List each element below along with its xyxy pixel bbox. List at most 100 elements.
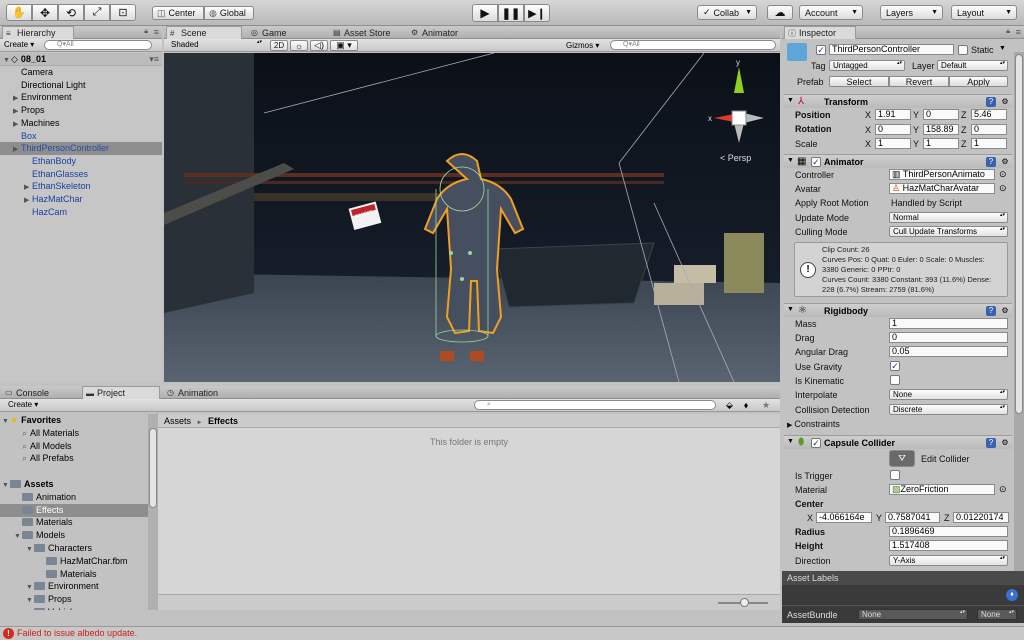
- gear-icon[interactable]: ⚙: [1000, 438, 1010, 448]
- transform-header[interactable]: ▼ ⅄ Transform ? ⚙: [784, 94, 1012, 108]
- asset-bundle-dropdown[interactable]: None: [858, 609, 968, 620]
- hierarchy-item[interactable]: ▶ Machines: [0, 117, 162, 130]
- direction-dropdown[interactable]: Y-Axis: [889, 555, 1008, 566]
- asset-bundle-variant-dropdown[interactable]: None: [977, 609, 1017, 620]
- tab-animation[interactable]: ◷ Animation: [164, 386, 242, 399]
- tab-scene[interactable]: # Scene: [166, 26, 242, 39]
- pos-y-field[interactable]: 0: [923, 109, 959, 120]
- icon-size-slider[interactable]: [718, 598, 768, 607]
- center-y-field[interactable]: 0.7587041: [885, 512, 940, 523]
- account-dropdown[interactable]: Account ▼: [799, 5, 863, 20]
- center-x-field[interactable]: -4.066164e: [816, 512, 872, 523]
- object-name-field[interactable]: ThirdPersonController: [829, 44, 954, 55]
- scale-tool-button[interactable]: ⤢: [84, 4, 110, 21]
- project-tree-item[interactable]: ▼★ Favorites: [0, 414, 148, 427]
- update-mode-dropdown[interactable]: Normal: [889, 212, 1008, 223]
- collab-dropdown[interactable]: ✓ Collab ▼: [697, 5, 757, 20]
- tab-project[interactable]: ▬ Project: [82, 386, 160, 399]
- rot-z-field[interactable]: 0: [971, 124, 1007, 135]
- create-dropdown[interactable]: Create ▾: [8, 400, 38, 409]
- rigidbody-header[interactable]: ▼ ⚛ Rigidbody ? ⚙: [784, 303, 1012, 317]
- slider-handle[interactable]: [740, 598, 749, 607]
- project-tree-item[interactable]: Materials: [0, 516, 148, 529]
- layers-dropdown[interactable]: Layers ▼: [880, 5, 943, 20]
- project-tree-item[interactable]: Materials: [0, 568, 148, 581]
- project-tree-item[interactable]: ▼ Assets: [0, 478, 148, 491]
- prefab-select-button[interactable]: Select: [829, 76, 889, 87]
- tab-console[interactable]: ▭ Console: [2, 386, 76, 399]
- hierarchy-item[interactable]: Directional Light: [0, 79, 162, 92]
- scene-search-input[interactable]: Q▾All: [610, 40, 776, 50]
- hierarchy-item[interactable]: ▶ ThirdPersonController: [0, 142, 162, 156]
- cloud-button[interactable]: ☁: [767, 5, 793, 20]
- scene-viewport[interactable]: DANGER y x < Persp: [164, 53, 780, 382]
- tab-asset-store[interactable]: ▤ Asset Store: [330, 26, 410, 39]
- chevron-down-icon[interactable]: ▼: [999, 45, 1006, 52]
- shading-dropdown[interactable]: Shaded: [168, 40, 264, 51]
- hierarchy-item[interactable]: Camera: [0, 66, 162, 79]
- capsule-enabled-checkbox[interactable]: ✓: [811, 438, 821, 448]
- tab-animator[interactable]: ⚙ Animator: [408, 26, 488, 39]
- 2d-toggle[interactable]: 2D: [270, 40, 288, 51]
- gear-icon[interactable]: ⚙: [1000, 97, 1010, 107]
- prefab-revert-button[interactable]: Revert: [889, 76, 949, 87]
- center-z-field[interactable]: 0.01220174: [953, 512, 1009, 523]
- tag-dropdown[interactable]: Untagged: [829, 60, 905, 71]
- tree-scrollbar[interactable]: [148, 414, 158, 610]
- step-button[interactable]: ▶❙: [524, 4, 550, 22]
- avatar-field[interactable]: ♙ HazMatCharAvatar: [889, 183, 995, 194]
- scl-x-field[interactable]: 1: [875, 138, 911, 149]
- filter-label-icon[interactable]: ⬧: [744, 400, 748, 411]
- drag-field[interactable]: 0: [889, 332, 1008, 343]
- material-field[interactable]: ▧ZeroFriction: [889, 484, 995, 495]
- gear-icon[interactable]: ⚙: [1000, 306, 1010, 316]
- object-picker-icon[interactable]: ⊙: [999, 183, 1007, 194]
- hierarchy-item[interactable]: ▶ Environment: [0, 91, 162, 104]
- hand-tool-button[interactable]: ✋: [6, 4, 32, 21]
- project-tree-item[interactable]: ⌕ All Prefabs: [0, 452, 148, 465]
- effects-dropdown[interactable]: ▣ ▾: [330, 40, 358, 51]
- pos-x-field[interactable]: 1.91: [875, 109, 911, 120]
- tab-hierarchy[interactable]: ≡ Hierarchy: [2, 26, 74, 39]
- use-gravity-checkbox[interactable]: ✓: [890, 361, 900, 371]
- radius-field[interactable]: 0.1896469: [889, 526, 1008, 537]
- static-checkbox[interactable]: [958, 45, 968, 55]
- filter-type-icon[interactable]: ⬙: [726, 400, 733, 411]
- rotate-tool-button[interactable]: ⟲: [58, 4, 84, 21]
- project-tree-item[interactable]: ⌕ All Materials: [0, 427, 148, 440]
- create-dropdown[interactable]: Create ▾: [4, 40, 34, 49]
- breadcrumb-root[interactable]: Assets: [164, 416, 191, 426]
- tab-inspector[interactable]: ⓘ Inspector: [784, 26, 856, 39]
- is-kinematic-checkbox[interactable]: [890, 375, 900, 385]
- project-search-input[interactable]: ⌕: [474, 400, 716, 410]
- animator-enabled-checkbox[interactable]: ✓: [811, 157, 821, 167]
- panel-menu-icon[interactable]: ≡: [1016, 27, 1021, 37]
- gizmos-dropdown[interactable]: Gizmos ▾: [566, 41, 599, 50]
- play-button[interactable]: ▶: [472, 4, 498, 22]
- is-trigger-checkbox[interactable]: [890, 470, 900, 480]
- capsule-collider-header[interactable]: ▼ ⬮ ✓ Capsule Collider ? ⚙: [784, 435, 1012, 449]
- lighting-toggle[interactable]: ☼: [290, 40, 308, 51]
- hierarchy-item[interactable]: Box: [0, 130, 162, 143]
- scene-row[interactable]: ▼◇ 08_01 ▾≡: [0, 53, 162, 66]
- project-tree-item[interactable]: ▼ Props: [0, 593, 148, 606]
- active-checkbox[interactable]: ✓: [816, 45, 826, 55]
- mass-field[interactable]: 1: [889, 318, 1008, 329]
- hierarchy-item[interactable]: EthanGlasses: [0, 168, 162, 181]
- panel-menu-icon[interactable]: ≡: [154, 27, 159, 37]
- layout-dropdown[interactable]: Layout ▼: [951, 5, 1017, 20]
- help-icon[interactable]: ?: [986, 157, 996, 167]
- lock-icon[interactable]: 🔒︎: [1006, 28, 1010, 36]
- project-tree-item[interactable]: [0, 465, 148, 478]
- constraints-foldout[interactable]: ▶ Constraints: [787, 419, 840, 429]
- help-icon[interactable]: ?: [986, 306, 996, 316]
- scrollbar-thumb[interactable]: [1015, 54, 1023, 414]
- hierarchy-item[interactable]: ▶ HazMatChar: [0, 193, 162, 206]
- project-tree-item[interactable]: ⌕ All Models: [0, 440, 148, 453]
- pause-button[interactable]: ❚❚: [498, 4, 524, 22]
- culling-mode-dropdown[interactable]: Cull Update Transforms: [889, 226, 1008, 237]
- scrollbar-thumb[interactable]: [149, 428, 157, 508]
- move-tool-button[interactable]: ✥: [32, 4, 58, 21]
- collision-detection-dropdown[interactable]: Discrete: [889, 404, 1008, 415]
- hierarchy-item[interactable]: HazCam: [0, 206, 162, 219]
